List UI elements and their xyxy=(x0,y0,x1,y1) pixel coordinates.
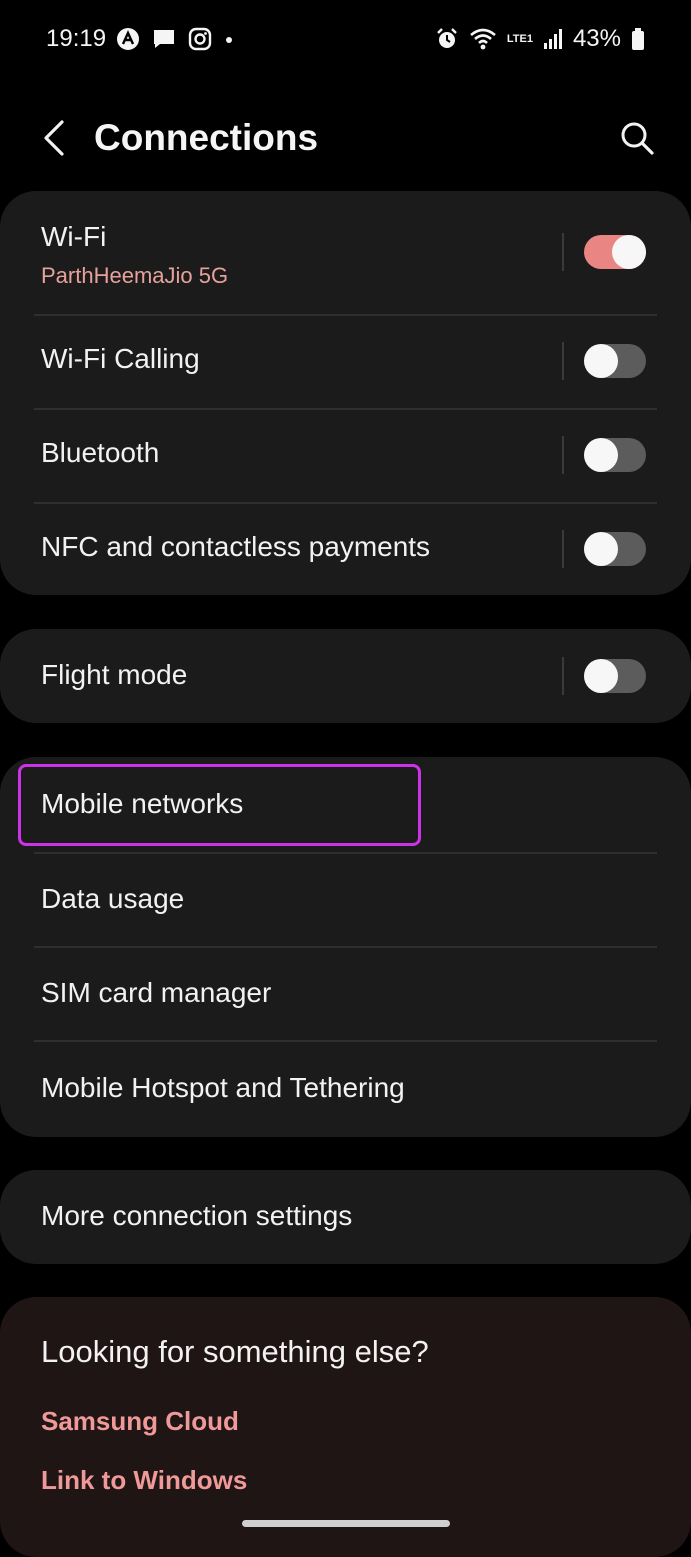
toggle-knob xyxy=(584,344,618,378)
wifi-calling-label: Wi-Fi Calling xyxy=(41,343,200,374)
page-title: Connections xyxy=(94,117,319,158)
battery-icon xyxy=(632,28,644,50)
status-time: 19:19 xyxy=(46,25,107,52)
hotspot-row[interactable]: Mobile Hotspot and Tethering xyxy=(0,1041,691,1137)
divider xyxy=(562,436,564,474)
data-usage-label: Data usage xyxy=(41,883,185,914)
signal-icon xyxy=(543,29,562,49)
wifi-network-name: ParthHeemaJio 5G xyxy=(41,263,229,288)
message-icon xyxy=(154,30,174,48)
flight-mode-label: Flight mode xyxy=(41,659,188,690)
samsung-cloud-link[interactable]: Samsung Cloud xyxy=(41,1406,239,1437)
wifi-calling-toggle[interactable] xyxy=(584,344,646,378)
app-notification-icon xyxy=(117,28,139,50)
more-connection-settings-row[interactable]: More connection settings xyxy=(0,1170,691,1264)
highlight-annotation xyxy=(18,764,421,846)
divider xyxy=(562,233,564,271)
hotspot-label: Mobile Hotspot and Tethering xyxy=(41,1072,405,1103)
home-indicator[interactable] xyxy=(242,1520,450,1527)
battery-percent: 43% xyxy=(572,25,621,52)
flight-mode-toggle[interactable] xyxy=(584,659,646,693)
data-usage-row[interactable]: Data usage xyxy=(0,853,691,947)
toggle-knob xyxy=(612,235,646,269)
nfc-row[interactable]: NFC and contactless payments xyxy=(0,503,691,595)
more-connection-settings-label: More connection settings xyxy=(41,1200,353,1231)
alarm-icon xyxy=(437,28,457,48)
toggle-knob xyxy=(584,659,618,693)
chevron-left-icon[interactable] xyxy=(36,116,76,160)
link-to-windows-link[interactable]: Link to Windows xyxy=(41,1465,247,1496)
toggle-knob xyxy=(584,438,618,472)
divider xyxy=(562,342,564,380)
divider xyxy=(562,530,564,568)
wifi-toggle[interactable] xyxy=(584,235,646,269)
wifi-calling-row[interactable]: Wi-Fi Calling xyxy=(0,315,691,408)
toggle-knob xyxy=(584,532,618,566)
instagram-icon xyxy=(188,27,212,51)
more-notifications-icon xyxy=(226,37,232,43)
bluetooth-toggle[interactable] xyxy=(584,438,646,472)
bluetooth-label: Bluetooth xyxy=(41,437,160,468)
divider xyxy=(562,657,564,695)
wifi-label: Wi-Fi xyxy=(41,221,107,252)
search-icon[interactable] xyxy=(617,118,657,158)
nfc-toggle[interactable] xyxy=(584,532,646,566)
notification-icons xyxy=(116,26,234,52)
nfc-label: NFC and contactless payments xyxy=(41,531,431,562)
sim-card-manager-row[interactable]: SIM card manager xyxy=(0,947,691,1041)
status-right: LTE1 43% xyxy=(435,24,645,54)
network-type-label: LTE1 xyxy=(506,32,533,45)
flight-mode-row[interactable]: Flight mode xyxy=(0,629,691,723)
bluetooth-row[interactable]: Bluetooth xyxy=(0,409,691,502)
suggestions-title: Looking for something else? xyxy=(41,1334,429,1369)
wifi-icon xyxy=(470,28,496,50)
wifi-row[interactable]: Wi-Fi ParthHeemaJio 5G xyxy=(0,191,691,315)
sim-card-manager-label: SIM card manager xyxy=(41,977,272,1008)
